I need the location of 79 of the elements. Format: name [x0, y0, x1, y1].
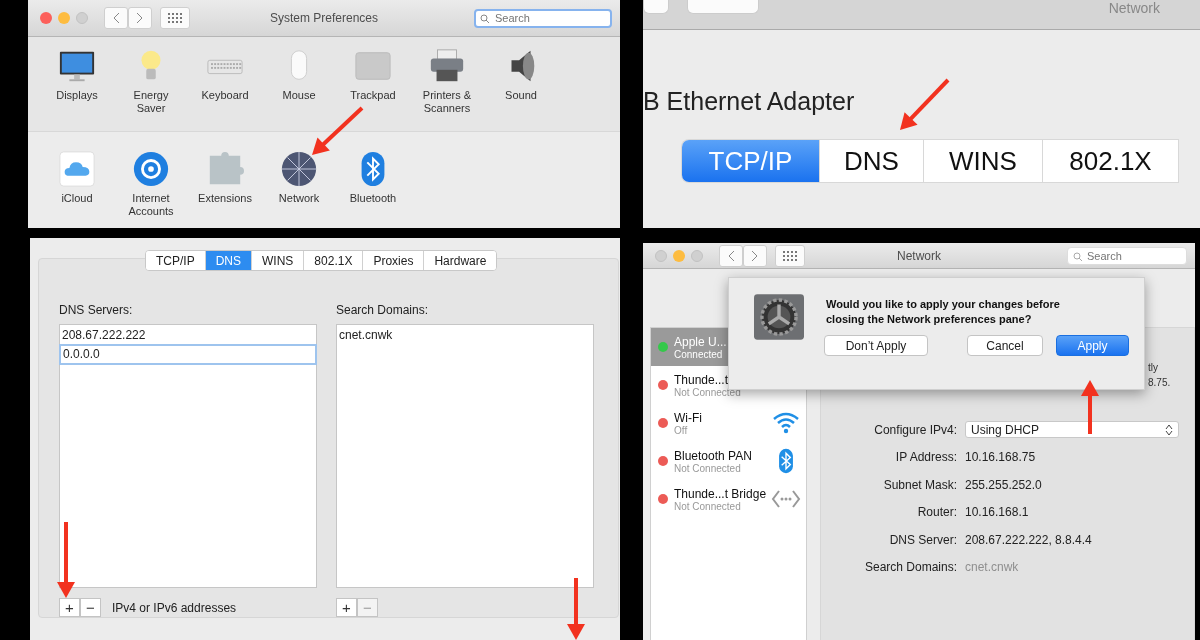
toolbar-button[interactable]: [643, 0, 669, 14]
field-value: 10.16.168.1: [965, 505, 1029, 520]
preference-pane-item[interactable]: Internet Accounts: [114, 150, 188, 228]
back-button[interactable]: [719, 244, 743, 267]
globe-icon: [280, 150, 318, 188]
text-input[interactable]: cnet.cnwk: [965, 560, 1115, 575]
preference-pane-item[interactable]: Keyboard: [188, 47, 262, 131]
adapter-name: B Ethernet Adapter: [643, 86, 855, 117]
chevron-left-icon: [112, 12, 120, 24]
grid-icon: [168, 13, 182, 23]
back-button[interactable]: [104, 7, 128, 29]
list-entry[interactable]: 0.0.0.0: [59, 344, 317, 365]
tab[interactable]: TCP/IP: [146, 251, 206, 270]
wifi-icon: [771, 410, 801, 436]
window-title: Network: [897, 248, 941, 263]
field-label: Router:: [916, 505, 957, 520]
chevron-right-icon: [751, 249, 759, 262]
service-item[interactable]: Thunde...t Bridge Not Connected: [651, 480, 806, 518]
field-value: 208.67.222.222, 8.8.4.4: [965, 532, 1092, 547]
preference-pane-item[interactable]: Bluetooth: [336, 150, 410, 228]
chevron-right-icon: [136, 12, 144, 24]
dialog-button[interactable]: Apply: [1056, 335, 1129, 356]
close-button[interactable]: [655, 249, 667, 262]
preference-pane-item[interactable]: Network: [262, 150, 336, 228]
dialog-message: Would you like to apply your changes before closing the Network preferences pane?: [826, 297, 1061, 327]
preference-pane-item[interactable]: Mouse: [262, 47, 336, 131]
show-all-button[interactable]: [775, 244, 805, 267]
field-label: Configure IPv4:: [873, 422, 957, 437]
preference-pane-item[interactable]: Sound: [484, 47, 558, 131]
zoom-button[interactable]: [691, 249, 703, 262]
field-value: 10.16.168.75: [965, 450, 1036, 465]
minimize-button[interactable]: [673, 249, 685, 262]
grid-icon: [783, 250, 797, 261]
list-box[interactable]: cnet.cnwk: [336, 324, 594, 588]
dialog-button[interactable]: Cancel: [967, 335, 1043, 356]
field-label: IP Address:: [894, 450, 957, 465]
dialog-button[interactable]: Don’t Apply: [824, 335, 928, 356]
service-item[interactable]: Wi-Fi Off: [651, 404, 806, 442]
zoom-button[interactable]: [76, 12, 88, 24]
stepper-icon: [1165, 423, 1173, 436]
preference-pane-item[interactable]: Extensions: [188, 150, 262, 228]
gear-icon: [754, 294, 804, 340]
preference-pane-item[interactable]: Trackpad: [336, 47, 410, 131]
pointer-arrow: [312, 106, 364, 155]
dropdown[interactable]: Using DHCP: [965, 421, 1179, 439]
list-label: DNS Servers:: [59, 303, 134, 317]
hint-text: IPv4 or IPv6 addresses: [112, 600, 237, 615]
chevron-left-icon: [727, 249, 735, 262]
partial-text: 8.75.: [1148, 377, 1171, 388]
list-box[interactable]: 208.67.222.222 0.0.0.0: [59, 324, 317, 588]
forward-button[interactable]: [743, 244, 767, 267]
window-title: System Preferences: [270, 11, 378, 25]
remove-button[interactable]: −: [80, 598, 101, 617]
list-entry[interactable]: 208.67.222.222: [60, 327, 316, 344]
list-entry[interactable]: cnet.cnwk: [337, 327, 593, 344]
show-all-button[interactable]: [160, 7, 190, 29]
forward-button[interactable]: [128, 7, 152, 29]
preference-pane-item[interactable]: iCloud: [40, 150, 114, 228]
search-field[interactable]: Search: [474, 8, 612, 28]
service-item[interactable]: Bluetooth PAN Not Connected: [651, 442, 806, 480]
search-field[interactable]: Search: [1067, 246, 1187, 265]
field-label: DNS Server:: [888, 532, 957, 547]
pointer-arrow: [1081, 380, 1099, 434]
field-label: Subnet Mask:: [882, 477, 957, 492]
minimize-button[interactable]: [58, 12, 70, 24]
preference-pane-item[interactable]: Energy Saver: [114, 47, 188, 131]
partial-text: tly: [1148, 362, 1158, 373]
list-label: Search Domains:: [336, 303, 430, 317]
field-value: 255.255.252.0: [965, 477, 1042, 492]
preference-pane-item[interactable]: Displays: [40, 47, 114, 131]
pointer-arrow: [900, 78, 950, 130]
pointer-arrow: [567, 578, 585, 640]
preference-pane-item[interactable]: Printers & Scanners: [410, 47, 484, 131]
field-label: Search Domains:: [863, 560, 957, 575]
add-button[interactable]: +: [336, 598, 357, 617]
cloud-icon: [58, 150, 96, 188]
add-button[interactable]: +: [59, 598, 80, 617]
window-title: Network: [1108, 0, 1160, 16]
close-button[interactable]: [40, 12, 52, 24]
